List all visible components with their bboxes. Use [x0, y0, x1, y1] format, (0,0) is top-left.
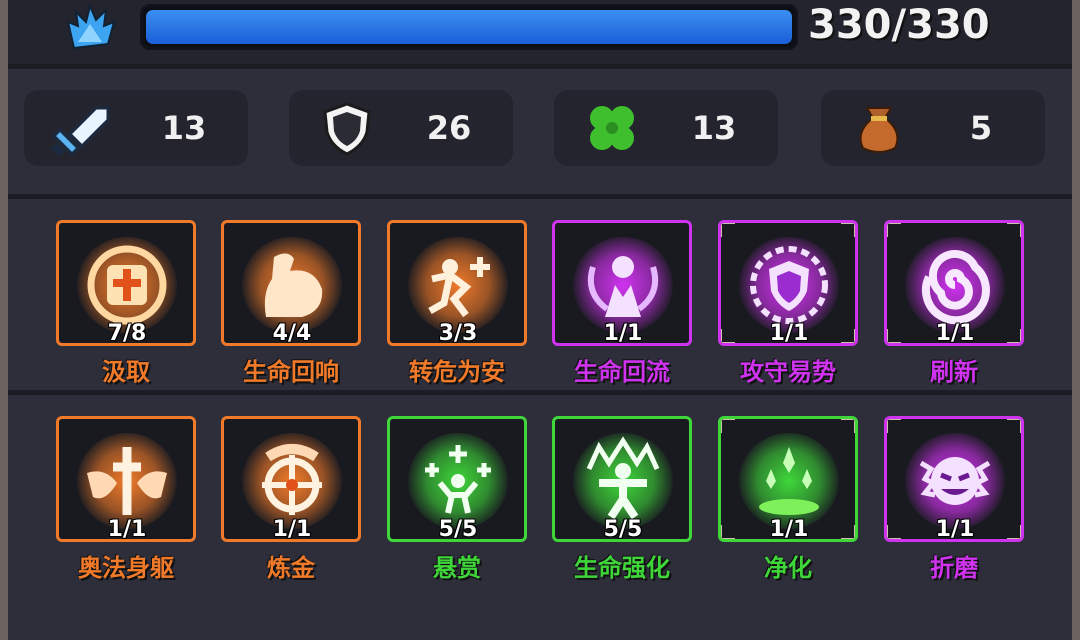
skill-icon-frame: 3/3 — [387, 220, 527, 346]
skill-name: 炼金 — [267, 554, 315, 582]
stat-luck: 13 — [554, 90, 778, 166]
stat-value: 5 — [969, 109, 993, 147]
frame-corner — [721, 419, 735, 433]
skill-icon-frame: 1/1 — [552, 220, 692, 346]
divider — [8, 390, 1072, 395]
sword-icon — [51, 106, 110, 156]
frame-corner — [1007, 223, 1021, 237]
skill-slot[interactable]: 1/1 净化 — [718, 416, 858, 582]
skill-slot[interactable]: 1/1 刷新 — [884, 220, 1024, 386]
grinning-skull-icon — [919, 457, 991, 505]
skill-slot[interactable]: 1/1 攻守易势 — [718, 220, 858, 386]
frame-corner — [721, 223, 735, 237]
hp-bar — [140, 4, 798, 50]
stat-gold: 5 — [821, 90, 1045, 166]
skill-icon-frame: 1/1 — [56, 416, 196, 542]
skill-name: 生命强化 — [574, 554, 670, 582]
winged-cross-icon — [87, 447, 167, 515]
frame-corner — [841, 419, 855, 433]
skill-slot[interactable]: 1/1 生命回流 — [552, 220, 692, 386]
skill-slot[interactable]: 5/5 生命强化 — [552, 416, 692, 582]
skill-count: 1/1 — [769, 517, 809, 542]
divider — [8, 64, 1072, 69]
stat-value: 13 — [161, 109, 207, 147]
skill-count: 1/1 — [935, 517, 975, 542]
cheering-figure-icon — [425, 445, 491, 514]
skill-icon-frame: 4/4 — [221, 220, 361, 346]
skill-count: 4/4 — [272, 321, 312, 346]
frame-corner — [887, 329, 901, 343]
skill-icon-frame: 7/8 — [56, 220, 196, 346]
skill-name: 净化 — [764, 554, 812, 582]
skill-name: 汲取 — [102, 358, 150, 386]
skill-slot[interactable]: 1/1 折磨 — [884, 416, 1024, 582]
frame-corner — [887, 419, 901, 433]
frame-corner — [887, 525, 901, 539]
skill-icon-frame: 1/1 — [718, 416, 858, 542]
spiked-shield-icon — [750, 246, 828, 324]
swirl-icon — [921, 249, 990, 325]
radiant-figure-icon — [586, 436, 660, 520]
skill-slot[interactable]: 1/1 炼金 — [221, 416, 361, 582]
frame-corner — [841, 223, 855, 237]
clover-icon — [590, 106, 634, 150]
skill-name: 攻守易势 — [740, 358, 836, 386]
skill-count: 5/5 — [603, 517, 643, 542]
hp-bar-fill — [146, 10, 792, 44]
frame-corner — [841, 329, 855, 343]
stat-value: 13 — [691, 109, 737, 147]
skill-name: 转危为安 — [409, 358, 505, 386]
skill-count: 1/1 — [769, 321, 809, 346]
frame-corner — [841, 525, 855, 539]
stat-attack: 13 — [24, 90, 248, 166]
skill-name: 生命回响 — [243, 358, 339, 386]
blue-flame-icon — [66, 4, 116, 50]
muscle-arm-icon — [264, 253, 323, 317]
skill-icon-frame: 5/5 — [552, 416, 692, 542]
skill-count: 3/3 — [438, 321, 478, 346]
inventory-panel: 330/330 13 26 13 5 7/8 汲取 4/4 生命回响 3/3 转… — [0, 0, 1080, 640]
frame-corner — [1007, 329, 1021, 343]
frame-corner — [1007, 419, 1021, 433]
praying-figure-icon — [587, 256, 659, 317]
green-crystals-icon — [759, 447, 819, 515]
leaping-figure-icon — [428, 257, 490, 318]
money-bag-icon — [859, 107, 899, 153]
skill-name: 悬赏 — [433, 554, 481, 582]
skill-count: 1/1 — [603, 321, 643, 346]
frame-corner — [721, 525, 735, 539]
stat-defense: 26 — [289, 90, 513, 166]
skill-slot[interactable]: 1/1 奥法身躯 — [56, 416, 196, 582]
skill-slot[interactable]: 5/5 悬赏 — [387, 416, 527, 582]
skill-count: 1/1 — [107, 517, 147, 542]
skill-slot[interactable]: 4/4 生命回响 — [221, 220, 361, 386]
skill-icon-frame: 1/1 — [884, 416, 1024, 542]
skill-slot[interactable]: 3/3 转危为安 — [387, 220, 527, 386]
divider — [8, 194, 1072, 199]
skill-count: 5/5 — [438, 517, 478, 542]
skill-icon-frame: 1/1 — [718, 220, 858, 346]
skill-icon-frame: 1/1 — [221, 416, 361, 542]
skill-name: 生命回流 — [574, 358, 670, 386]
skill-count: 7/8 — [107, 321, 147, 346]
skill-count: 1/1 — [935, 321, 975, 346]
skill-name: 奥法身躯 — [78, 554, 174, 582]
skill-slot[interactable]: 7/8 汲取 — [56, 220, 196, 386]
skill-icon-frame: 1/1 — [884, 220, 1024, 346]
crosshair-icon — [262, 444, 322, 515]
hp-header: 330/330 — [8, 0, 1072, 64]
frame-corner — [1007, 525, 1021, 539]
skill-count: 1/1 — [272, 517, 312, 542]
shield-icon — [323, 102, 371, 156]
hp-value: 330/330 — [808, 2, 990, 48]
skill-name: 刷新 — [930, 358, 978, 386]
frame-corner — [887, 223, 901, 237]
frame-corner — [721, 329, 735, 343]
stat-value: 26 — [426, 109, 472, 147]
skill-icon-frame: 5/5 — [387, 416, 527, 542]
cross-badge-icon — [87, 245, 167, 325]
skill-name: 折磨 — [930, 554, 978, 582]
